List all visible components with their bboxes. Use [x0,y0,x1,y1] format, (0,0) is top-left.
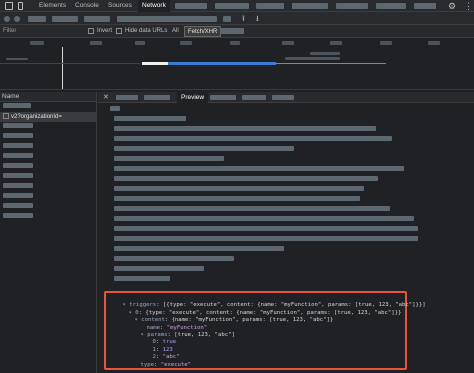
column-name-header[interactable]: Name [0,92,96,102]
redacted-line [114,126,376,131]
network-toolbar: ⭱ ⭳ [0,12,474,25]
tab-console[interactable]: Console [75,0,99,12]
timeline-request [285,57,340,60]
redacted-tab[interactable] [292,3,328,9]
toolbar-control[interactable] [223,16,231,22]
timeline-tick [330,41,342,45]
redacted-line [114,266,204,271]
preview-content [110,106,470,286]
details-tab[interactable] [144,95,170,100]
redacted-line [114,156,224,161]
selected-request[interactable]: v2?organizationId= [0,112,96,122]
hide-data-urls-label: Hide data URLs [125,28,168,34]
list-item[interactable] [0,212,96,222]
redacted-line [114,256,234,261]
list-item[interactable] [0,162,96,172]
toolbar-control[interactable] [84,16,110,22]
tab-preview[interactable]: Preview [177,92,209,103]
redacted-tab[interactable] [175,3,207,9]
filter-all[interactable]: All [172,25,179,38]
list-item[interactable] [0,172,96,182]
redacted-tab[interactable] [414,3,436,9]
details-tabs: ✕ Preview [98,92,474,103]
timeline-bar-green [276,63,386,64]
details-tab[interactable] [210,95,236,100]
redacted-line [114,176,378,181]
redacted-line [114,236,418,241]
redacted-line [114,276,170,281]
toolbar-control[interactable] [28,16,46,22]
record-button[interactable] [4,16,10,22]
redacted-tab[interactable] [215,3,249,9]
toolbar-control[interactable] [52,16,78,22]
timeline-tick [380,41,392,45]
upload-icon[interactable]: ⭱ [242,12,245,25]
filter-fetch-xhr[interactable]: Fetch/XHR [184,26,222,37]
invert-checkbox[interactable] [88,28,94,34]
download-icon[interactable]: ⭳ [256,12,259,25]
list-item[interactable] [0,122,96,132]
device-toolbar-icon[interactable] [18,2,23,10]
tab-network[interactable]: Network [138,0,170,12]
filter-input[interactable]: Filter [3,25,16,38]
request-list: Name v2?organizationId= [0,92,97,373]
timeline-tick [180,41,192,45]
highlighted-json-preview: ▾ triggers: [{type: "execute", content: … [104,291,426,370]
invert-label: Invert [97,28,113,34]
close-icon[interactable]: ✕ [103,92,109,103]
redacted-line [114,146,294,151]
timeline-bar-white [142,62,168,65]
details-tab[interactable] [116,95,138,100]
request-checkbox[interactable] [3,113,9,120]
timeline-bar-blue [168,62,276,65]
list-item[interactable] [0,132,96,142]
list-item[interactable] [0,182,96,192]
timeline-overview[interactable] [0,38,474,90]
timeline-request [6,58,28,60]
redacted-line [114,216,414,221]
inspect-icon[interactable] [5,2,13,10]
redacted-tab[interactable] [336,3,368,9]
timeline-tick [428,41,440,45]
filter-bar: Filter Invert Hide data URLs All Fetch/X… [0,25,474,38]
timeline-tick [90,41,102,45]
redacted-line [114,206,390,211]
tab-elements[interactable]: Elements [39,0,66,12]
list-item[interactable] [0,192,96,202]
redacted-line [114,136,392,141]
timeline-tick [30,41,44,45]
redacted-line [114,196,360,201]
more-vert-icon[interactable]: ⋮ [464,0,473,12]
redacted-tab[interactable] [256,3,284,9]
redacted-line [114,186,364,191]
timeline-tick [282,41,294,45]
timeline-tick [135,41,145,45]
clear-button[interactable] [14,16,20,22]
redacted-line [114,246,284,251]
throttling-select[interactable] [117,16,217,22]
timeline-marker [62,47,63,89]
list-item[interactable] [0,102,96,112]
redacted-line [114,226,418,231]
redacted-line [110,106,120,111]
devtools-tab-bar: Elements Console Sources Network ⚙ ⋮ [0,0,474,12]
redacted-line [114,166,404,171]
tab-sources[interactable]: Sources [108,0,132,12]
details-tab[interactable] [272,95,294,100]
redacted-tab[interactable] [376,3,406,9]
selected-request-name: v2?organizationId= [11,114,62,120]
timeline-baseline [0,63,140,64]
json-line-type: type: "execute" [140,361,192,368]
list-item[interactable] [0,152,96,162]
filter-type[interactable] [220,28,244,34]
details-tab[interactable] [242,95,266,100]
timeline-request [310,52,340,55]
hide-data-urls-checkbox[interactable] [116,28,122,34]
gear-icon[interactable]: ⚙ [448,0,456,12]
redacted-line [114,116,186,121]
list-item[interactable] [0,202,96,212]
list-item[interactable] [0,142,96,152]
timeline-tick [230,41,240,45]
